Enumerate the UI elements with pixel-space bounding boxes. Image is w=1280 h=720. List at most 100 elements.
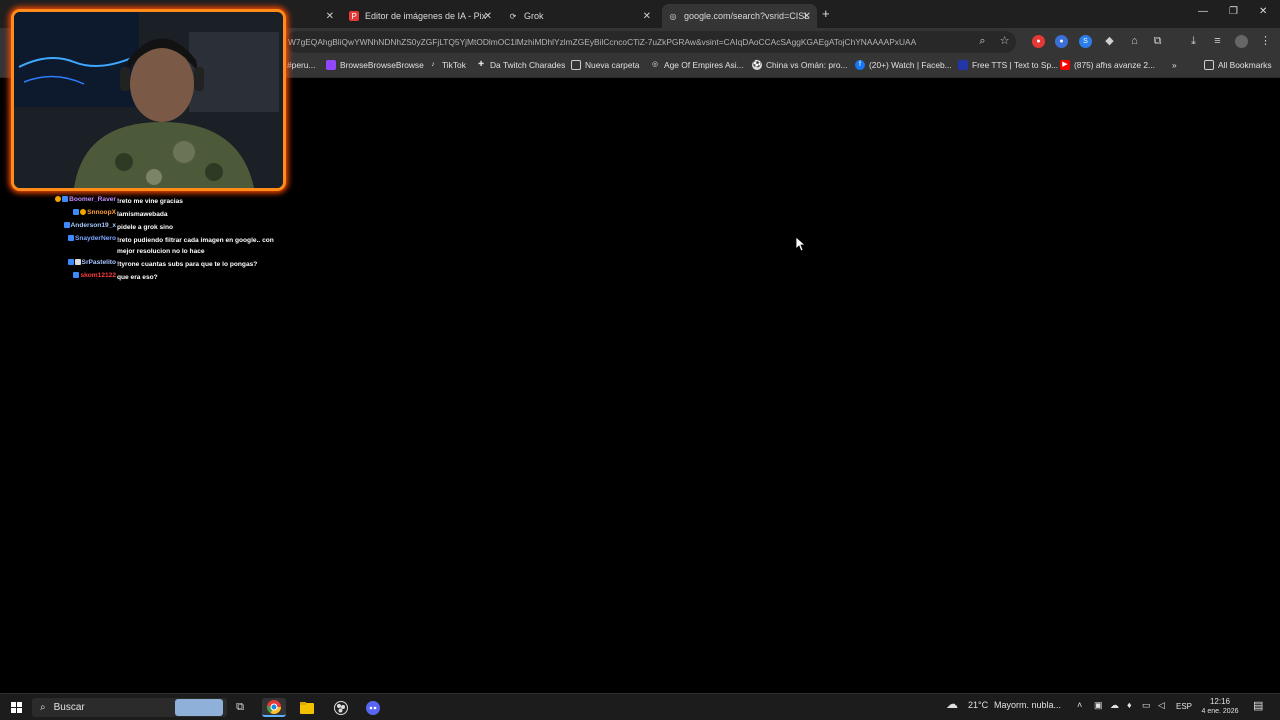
weather-icon[interactable]: ☁	[946, 697, 958, 711]
tab-grok[interactable]: ⟳ Grok ✕	[502, 4, 657, 28]
search-placeholder: Buscar	[53, 702, 85, 713]
stream-chat: Boomer_Raver !reto me vine gracias Snnoo…	[48, 196, 288, 285]
bookmark-folder[interactable]: Nueva carpeta	[571, 60, 639, 70]
weather-temp[interactable]: 21°C	[968, 700, 988, 710]
taskbar-search[interactable]: ⌕ Buscar	[32, 698, 227, 717]
chat-message: Anderson19_x pidele a grok sino	[48, 222, 288, 235]
puzzle-icon: ✚	[478, 61, 484, 68]
badge-icon	[62, 196, 69, 203]
globe-icon: ◎	[651, 61, 659, 68]
chat-text: pidele a grok sino	[117, 224, 174, 231]
bookmark-china-oman[interactable]: ⚽ China vs Omán: pro...	[752, 60, 847, 70]
mouse-cursor-icon	[796, 237, 806, 251]
badge-icon	[74, 259, 81, 266]
chat-username: SnnoopX	[73, 209, 116, 216]
chrome-app-icon[interactable]	[262, 698, 286, 717]
badge-icon	[67, 235, 74, 242]
notifications-icon[interactable]: ▤	[1253, 699, 1263, 712]
extension-red-icon[interactable]: ●	[1032, 35, 1045, 48]
chat-username: SrPastelito	[67, 259, 116, 266]
folder-icon	[571, 60, 581, 70]
extension-off-icon[interactable]: ⌂	[1128, 35, 1141, 48]
star-icon[interactable]: ☆	[998, 35, 1011, 48]
extension-shield-icon[interactable]: S	[1079, 35, 1092, 48]
close-icon[interactable]: ✕	[803, 11, 811, 22]
obs-app-icon[interactable]	[331, 698, 351, 717]
facebook-icon: f	[855, 60, 865, 70]
bookmark-facebook[interactable]: f (20+) Watch | Faceb...	[855, 60, 952, 70]
clock-time[interactable]: 12:16	[1200, 697, 1240, 706]
media-icon[interactable]: ≡	[1211, 35, 1224, 48]
search-icon: ⌕	[40, 702, 46, 713]
tray-app-icon[interactable]: ▣	[1094, 700, 1103, 711]
all-bookmarks[interactable]: All Bookmarks	[1204, 60, 1272, 70]
more-bookmarks-button[interactable]: »	[1172, 60, 1177, 70]
sports-icon: ⚽	[752, 60, 762, 70]
windows-start-icon[interactable]	[6, 698, 26, 717]
bookmark-browse[interactable]: BrowseBrowseBrowse	[326, 60, 424, 70]
close-window-icon[interactable]: ✕	[1259, 6, 1267, 17]
chat-text: !reto pudiendo filtrar cada imagen en go…	[117, 237, 274, 255]
chat-text: !reto me vine gracias	[117, 198, 183, 205]
badge-icon	[80, 209, 87, 216]
download-icon[interactable]: ⤓	[1187, 35, 1200, 48]
folder-icon	[1204, 60, 1214, 70]
tiktok-icon: ♪	[431, 61, 435, 68]
discord-app-icon[interactable]	[363, 698, 383, 717]
close-icon[interactable]: ✕	[484, 11, 492, 22]
tab-editor-imagenes[interactable]: P Editor de imágenes de IA - Pix ✕	[343, 4, 498, 28]
tab-label: Editor de imágenes de IA - Pix	[365, 11, 487, 21]
new-tab-button[interactable]: +	[822, 6, 830, 21]
weather-text[interactable]: Mayorm. nubla...	[994, 700, 1061, 710]
task-view-icon[interactable]: ⧉	[231, 698, 249, 717]
bookmark-twitch-charades[interactable]: ✚ Da Twitch Charades	[476, 60, 565, 70]
chevron-up-icon[interactable]: ˄	[1077, 700, 1082, 710]
network-icon[interactable]: ▭	[1142, 700, 1151, 711]
chat-username: Boomer_Raver	[55, 196, 116, 203]
url-text: W7gEQAhgBliQwYWNhNDNhZS0yZGFjLTQ5YjMtODl…	[288, 37, 917, 47]
menu-kebab-icon[interactable]: ⋮	[1259, 35, 1272, 48]
extension-diamond-icon[interactable]: ◆	[1103, 35, 1116, 48]
file-explorer-icon[interactable]	[297, 698, 317, 717]
zoom-icon[interactable]: ⌕	[976, 35, 989, 48]
chat-text: lamismawebada	[117, 211, 168, 218]
onedrive-icon[interactable]: ☁	[1110, 700, 1119, 711]
bookmark-peru[interactable]: #peru...	[287, 60, 315, 70]
tts-icon	[958, 60, 968, 70]
chat-username: SnayderNero	[67, 235, 116, 242]
chat-text: !tyrone cuantas subs para que te lo pong…	[117, 261, 258, 268]
chat-message: skom12122 que era eso?	[48, 272, 288, 285]
minimize-icon[interactable]: —	[1198, 6, 1208, 17]
pixlr-favicon-icon: P	[349, 11, 359, 21]
badge-icon	[73, 209, 80, 216]
restore-icon[interactable]: ❐	[1229, 6, 1238, 17]
twitch-icon	[326, 60, 336, 70]
bookmark-aoe[interactable]: ◎ Age Of Empires Asi...	[650, 60, 744, 70]
extensions-puzzle-icon[interactable]: ⧉	[1151, 35, 1164, 48]
language-indicator[interactable]: ESP	[1176, 702, 1192, 711]
volume-icon[interactable]: ◁	[1158, 700, 1165, 711]
tab-label: Grok	[524, 11, 544, 21]
badge-icon	[73, 272, 80, 279]
address-bar[interactable]: W7gEQAhgBliQwYWNhNDNhZS0yZGFjLTQ5YjMtODl…	[286, 31, 1016, 53]
chat-message: Boomer_Raver !reto me vine gracias	[48, 196, 288, 209]
microphone-icon[interactable]: ♦	[1127, 700, 1132, 710]
bookmark-free-tts[interactable]: Free TTS | Text to Sp...	[958, 60, 1058, 70]
close-icon[interactable]: ✕	[643, 11, 651, 22]
badge-icon	[63, 222, 70, 229]
webcam-image	[14, 12, 283, 188]
youtube-icon: ▶	[1060, 60, 1070, 70]
chat-message: SrPastelito !tyrone cuantas subs para qu…	[48, 259, 288, 272]
webcam-overlay	[11, 9, 286, 191]
tab-google-search[interactable]: ◎ google.com/search?vsrid=CISL ✕	[662, 4, 817, 28]
close-icon[interactable]: ✕	[326, 11, 334, 22]
loading-icon: ⟳	[509, 11, 517, 21]
chat-username: skom12122	[73, 272, 116, 279]
clock-date[interactable]: 4 ene. 2026	[1196, 708, 1244, 715]
extension-blue-icon[interactable]: ●	[1055, 35, 1068, 48]
avatar[interactable]	[1235, 35, 1248, 48]
chat-text: que era eso?	[117, 274, 158, 281]
windows-taskbar: ⌕ Buscar ⧉ ☁ 21°C Mayorm. nubla... ˄ ▣ ☁…	[0, 693, 1280, 720]
bookmark-youtube[interactable]: ▶ (875) afhs avanze 2...	[1060, 60, 1155, 70]
bookmark-tiktok[interactable]: ♪ TikTok	[428, 60, 466, 70]
